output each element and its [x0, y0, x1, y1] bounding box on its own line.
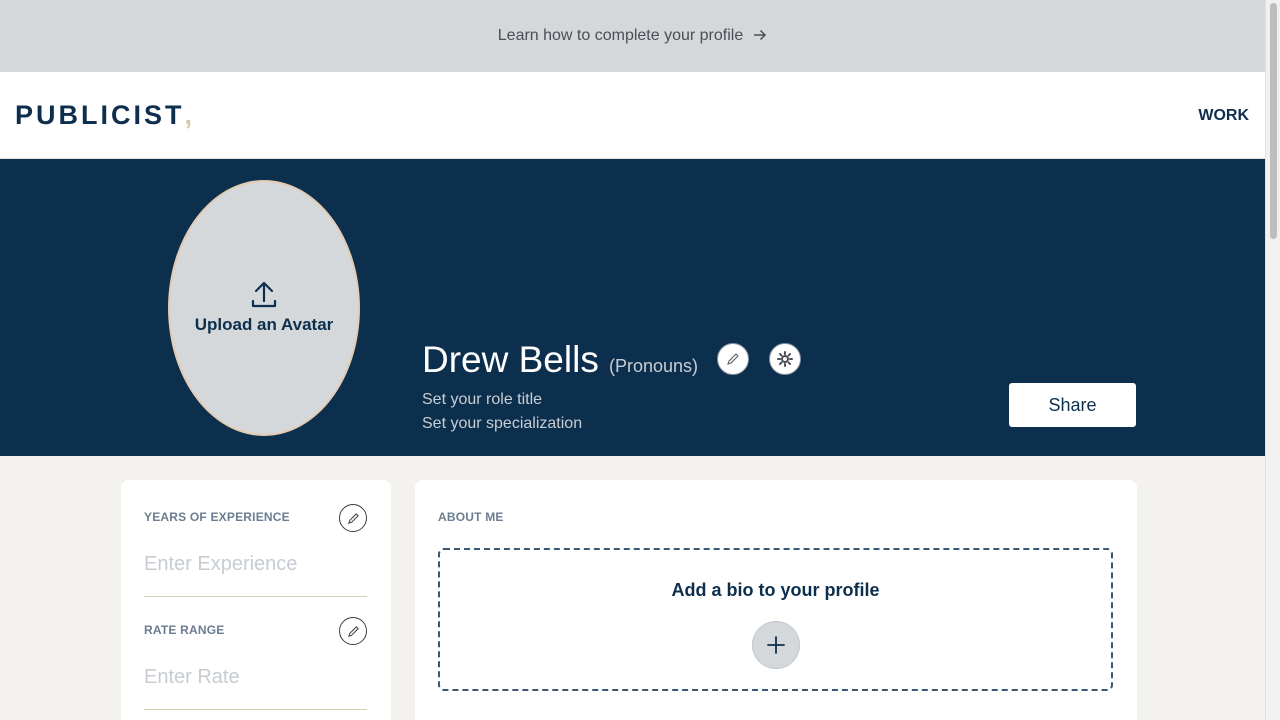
- pencil-icon: [347, 625, 359, 637]
- scrollbar-thumb[interactable]: [1270, 3, 1277, 239]
- experience-label: YEARS OF EXPERIENCE: [144, 510, 290, 524]
- rate-input[interactable]: Enter Rate: [144, 666, 240, 689]
- upload-icon: [251, 281, 277, 308]
- share-button[interactable]: Share: [1008, 382, 1137, 428]
- page-scrollbar[interactable]: [1265, 0, 1280, 720]
- about-me-label: ABOUT ME: [438, 510, 504, 524]
- rate-underline: [144, 709, 367, 710]
- role-title-field[interactable]: Set your role title: [422, 391, 542, 409]
- profile-help-banner[interactable]: Learn how to complete your profile: [0, 0, 1265, 72]
- gear-icon: [777, 351, 793, 367]
- add-bio-area[interactable]: Add a bio to your profile: [438, 548, 1113, 691]
- edit-experience-button[interactable]: [339, 504, 367, 532]
- plus-icon: [767, 636, 785, 654]
- add-bio-prompt: Add a bio to your profile: [671, 580, 880, 600]
- specialization-field[interactable]: Set your specialization: [422, 415, 582, 433]
- profile-name: Drew Bells: [422, 339, 599, 380]
- top-navigation: PUBLICIST, WORK: [0, 72, 1265, 159]
- upload-avatar-label: Upload an Avatar: [194, 315, 334, 334]
- add-bio-button[interactable]: [752, 621, 800, 669]
- nav-work-link[interactable]: WORK: [1198, 107, 1249, 125]
- rate-label: RATE RANGE: [144, 623, 225, 637]
- upload-avatar-button[interactable]: Upload an Avatar: [168, 180, 360, 436]
- pronouns-field[interactable]: (Pronouns): [609, 356, 698, 377]
- arrow-right-icon: [753, 28, 767, 45]
- pencil-icon: [727, 353, 739, 365]
- profile-settings-button[interactable]: [769, 343, 801, 375]
- about-me-card: ABOUT ME Add a bio to your profile: [415, 480, 1137, 720]
- profile-details-card: YEARS OF EXPERIENCE Enter Experience RAT…: [121, 480, 391, 720]
- edit-profile-button[interactable]: [717, 343, 749, 375]
- banner-text[interactable]: Learn how to complete your profile: [498, 27, 743, 45]
- profile-hero: Upload an Avatar Drew Bells (Pronouns) S…: [0, 159, 1265, 456]
- experience-underline: [144, 596, 367, 597]
- pencil-icon: [347, 512, 359, 524]
- edit-rate-button[interactable]: [339, 617, 367, 645]
- experience-input[interactable]: Enter Experience: [144, 553, 297, 576]
- publicist-logo[interactable]: PUBLICIST,: [15, 100, 192, 131]
